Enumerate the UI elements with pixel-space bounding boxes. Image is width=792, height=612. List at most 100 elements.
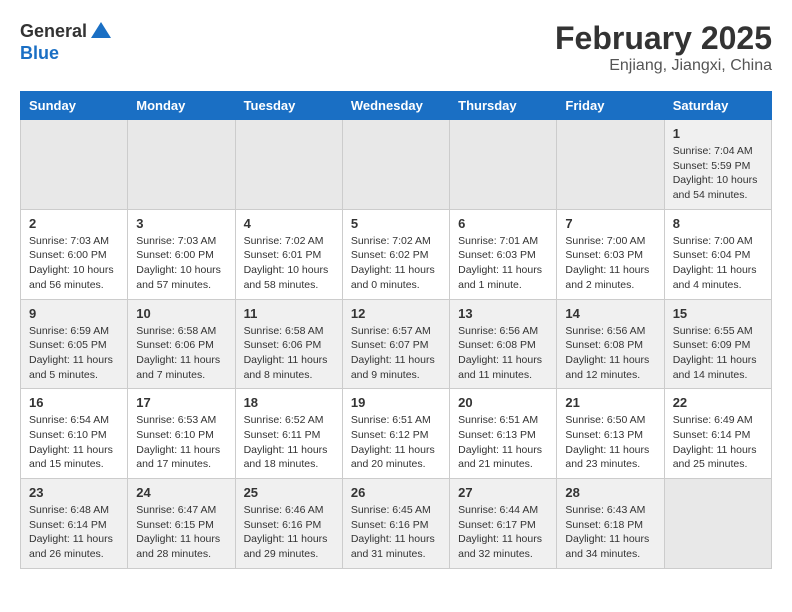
calendar-day-cell: 21 Sunrise: 6:50 AM Sunset: 6:13 PM Dayli… (557, 389, 664, 479)
day-number: 24 (136, 485, 226, 500)
calendar-week-row: 2 Sunrise: 7:03 AM Sunset: 6:00 PM Daylig… (21, 209, 772, 299)
page-header: General Blue February 2025 Enjiang, Jian… (20, 20, 772, 75)
day-number: 20 (458, 395, 548, 410)
calendar-day-cell: 13 Sunrise: 6:56 AM Sunset: 6:08 PM Dayli… (450, 299, 557, 389)
logo: General Blue (20, 20, 113, 64)
day-info: Sunrise: 6:44 AM Sunset: 6:17 PM Dayligh… (458, 503, 548, 562)
calendar-day-cell: 11 Sunrise: 6:58 AM Sunset: 6:06 PM Dayli… (235, 299, 342, 389)
day-number: 2 (29, 216, 119, 231)
day-info: Sunrise: 6:57 AM Sunset: 6:07 PM Dayligh… (351, 324, 441, 383)
calendar-day-cell: 9 Sunrise: 6:59 AM Sunset: 6:05 PM Daylig… (21, 299, 128, 389)
calendar-day-cell: 2 Sunrise: 7:03 AM Sunset: 6:00 PM Daylig… (21, 209, 128, 299)
day-info: Sunrise: 6:58 AM Sunset: 6:06 PM Dayligh… (136, 324, 226, 383)
calendar-day-cell: 27 Sunrise: 6:44 AM Sunset: 6:17 PM Dayli… (450, 479, 557, 569)
calendar-table: SundayMondayTuesdayWednesdayThursdayFrid… (20, 91, 772, 569)
calendar-day-cell: 10 Sunrise: 6:58 AM Sunset: 6:06 PM Dayli… (128, 299, 235, 389)
weekday-header-wednesday: Wednesday (342, 92, 449, 120)
day-number: 23 (29, 485, 119, 500)
calendar-week-row: 23Sunrise: 6:48 AM Sunset: 6:14 PM Dayli… (21, 479, 772, 569)
logo-blue-text: Blue (20, 44, 113, 64)
calendar-day-cell: 6Sunrise: 7:01 AM Sunset: 6:03 PM Daylig… (450, 209, 557, 299)
day-number: 9 (29, 306, 119, 321)
logo-general-text: General (20, 22, 87, 42)
day-info: Sunrise: 7:01 AM Sunset: 6:03 PM Dayligh… (458, 234, 548, 293)
calendar-day-cell: 1 Sunrise: 7:04 AM Sunset: 5:59 PM Daylig… (664, 120, 771, 210)
day-info: Sunrise: 7:03 AM Sunset: 6:00 PM Dayligh… (29, 234, 119, 293)
day-info: Sunrise: 6:54 AM Sunset: 6:10 PM Dayligh… (29, 413, 119, 472)
day-info: Sunrise: 6:45 AM Sunset: 6:16 PM Dayligh… (351, 503, 441, 562)
calendar-day-cell: 16Sunrise: 6:54 AM Sunset: 6:10 PM Dayli… (21, 389, 128, 479)
day-info: Sunrise: 6:46 AM Sunset: 6:16 PM Dayligh… (244, 503, 334, 562)
day-number: 8 (673, 216, 763, 231)
calendar-day-cell: 28 Sunrise: 6:43 AM Sunset: 6:18 PM Dayli… (557, 479, 664, 569)
calendar-day-cell: 18 Sunrise: 6:52 AM Sunset: 6:11 PM Dayli… (235, 389, 342, 479)
day-number: 4 (244, 216, 334, 231)
calendar-day-cell: 19Sunrise: 6:51 AM Sunset: 6:12 PM Dayli… (342, 389, 449, 479)
day-number: 10 (136, 306, 226, 321)
calendar-day-cell (235, 120, 342, 210)
day-number: 12 (351, 306, 441, 321)
day-info: Sunrise: 7:00 AM Sunset: 6:04 PM Dayligh… (673, 234, 763, 293)
calendar-day-cell: 3 Sunrise: 7:03 AM Sunset: 6:00 PM Daylig… (128, 209, 235, 299)
calendar-day-cell: 4Sunrise: 7:02 AM Sunset: 6:01 PM Daylig… (235, 209, 342, 299)
calendar-day-cell: 17 Sunrise: 6:53 AM Sunset: 6:10 PM Dayli… (128, 389, 235, 479)
day-number: 14 (565, 306, 655, 321)
day-info: Sunrise: 6:47 AM Sunset: 6:15 PM Dayligh… (136, 503, 226, 562)
calendar-week-row: 16Sunrise: 6:54 AM Sunset: 6:10 PM Dayli… (21, 389, 772, 479)
calendar-day-cell (450, 120, 557, 210)
location: Enjiang, Jiangxi, China (555, 57, 772, 75)
calendar-week-row: 1 Sunrise: 7:04 AM Sunset: 5:59 PM Daylig… (21, 120, 772, 210)
day-info: Sunrise: 7:03 AM Sunset: 6:00 PM Dayligh… (136, 234, 226, 293)
day-info: Sunrise: 7:04 AM Sunset: 5:59 PM Dayligh… (673, 144, 763, 203)
day-info: Sunrise: 6:43 AM Sunset: 6:18 PM Dayligh… (565, 503, 655, 562)
month-title: February 2025 (555, 20, 772, 57)
day-number: 21 (565, 395, 655, 410)
day-info: Sunrise: 6:58 AM Sunset: 6:06 PM Dayligh… (244, 324, 334, 383)
calendar-day-cell: 23Sunrise: 6:48 AM Sunset: 6:14 PM Dayli… (21, 479, 128, 569)
title-block: February 2025 Enjiang, Jiangxi, China (555, 20, 772, 75)
day-number: 27 (458, 485, 548, 500)
day-info: Sunrise: 6:50 AM Sunset: 6:13 PM Dayligh… (565, 413, 655, 472)
day-number: 13 (458, 306, 548, 321)
weekday-header-sunday: Sunday (21, 92, 128, 120)
calendar-day-cell: 7 Sunrise: 7:00 AM Sunset: 6:03 PM Daylig… (557, 209, 664, 299)
day-info: Sunrise: 6:55 AM Sunset: 6:09 PM Dayligh… (673, 324, 763, 383)
calendar-day-cell (664, 479, 771, 569)
calendar-day-cell: 5 Sunrise: 7:02 AM Sunset: 6:02 PM Daylig… (342, 209, 449, 299)
day-info: Sunrise: 6:52 AM Sunset: 6:11 PM Dayligh… (244, 413, 334, 472)
day-info: Sunrise: 6:59 AM Sunset: 6:05 PM Dayligh… (29, 324, 119, 383)
day-info: Sunrise: 7:00 AM Sunset: 6:03 PM Dayligh… (565, 234, 655, 293)
day-info: Sunrise: 6:49 AM Sunset: 6:14 PM Dayligh… (673, 413, 763, 472)
day-number: 3 (136, 216, 226, 231)
weekday-header-tuesday: Tuesday (235, 92, 342, 120)
day-number: 11 (244, 306, 334, 321)
day-number: 25 (244, 485, 334, 500)
weekday-header-thursday: Thursday (450, 92, 557, 120)
day-info: Sunrise: 6:53 AM Sunset: 6:10 PM Dayligh… (136, 413, 226, 472)
calendar-day-cell: 20 Sunrise: 6:51 AM Sunset: 6:13 PM Dayli… (450, 389, 557, 479)
day-info: Sunrise: 6:51 AM Sunset: 6:13 PM Dayligh… (458, 413, 548, 472)
day-number: 5 (351, 216, 441, 231)
day-info: Sunrise: 7:02 AM Sunset: 6:02 PM Dayligh… (351, 234, 441, 293)
calendar-day-cell: 12 Sunrise: 6:57 AM Sunset: 6:07 PM Dayli… (342, 299, 449, 389)
calendar-day-cell (342, 120, 449, 210)
day-number: 28 (565, 485, 655, 500)
day-number: 17 (136, 395, 226, 410)
weekday-header-friday: Friday (557, 92, 664, 120)
day-number: 7 (565, 216, 655, 231)
calendar-day-cell: 24 Sunrise: 6:47 AM Sunset: 6:15 PM Dayli… (128, 479, 235, 569)
day-number: 15 (673, 306, 763, 321)
weekday-header-monday: Monday (128, 92, 235, 120)
calendar-day-cell: 26 Sunrise: 6:45 AM Sunset: 6:16 PM Dayli… (342, 479, 449, 569)
calendar-week-row: 9 Sunrise: 6:59 AM Sunset: 6:05 PM Daylig… (21, 299, 772, 389)
calendar-day-cell: 8 Sunrise: 7:00 AM Sunset: 6:04 PM Daylig… (664, 209, 771, 299)
day-number: 26 (351, 485, 441, 500)
day-info: Sunrise: 6:51 AM Sunset: 6:12 PM Dayligh… (351, 413, 441, 472)
day-info: Sunrise: 6:56 AM Sunset: 6:08 PM Dayligh… (565, 324, 655, 383)
day-number: 22 (673, 395, 763, 410)
day-number: 18 (244, 395, 334, 410)
weekday-header-row: SundayMondayTuesdayWednesdayThursdayFrid… (21, 92, 772, 120)
day-info: Sunrise: 6:56 AM Sunset: 6:08 PM Dayligh… (458, 324, 548, 383)
day-number: 1 (673, 126, 763, 141)
logo-icon (89, 20, 113, 44)
